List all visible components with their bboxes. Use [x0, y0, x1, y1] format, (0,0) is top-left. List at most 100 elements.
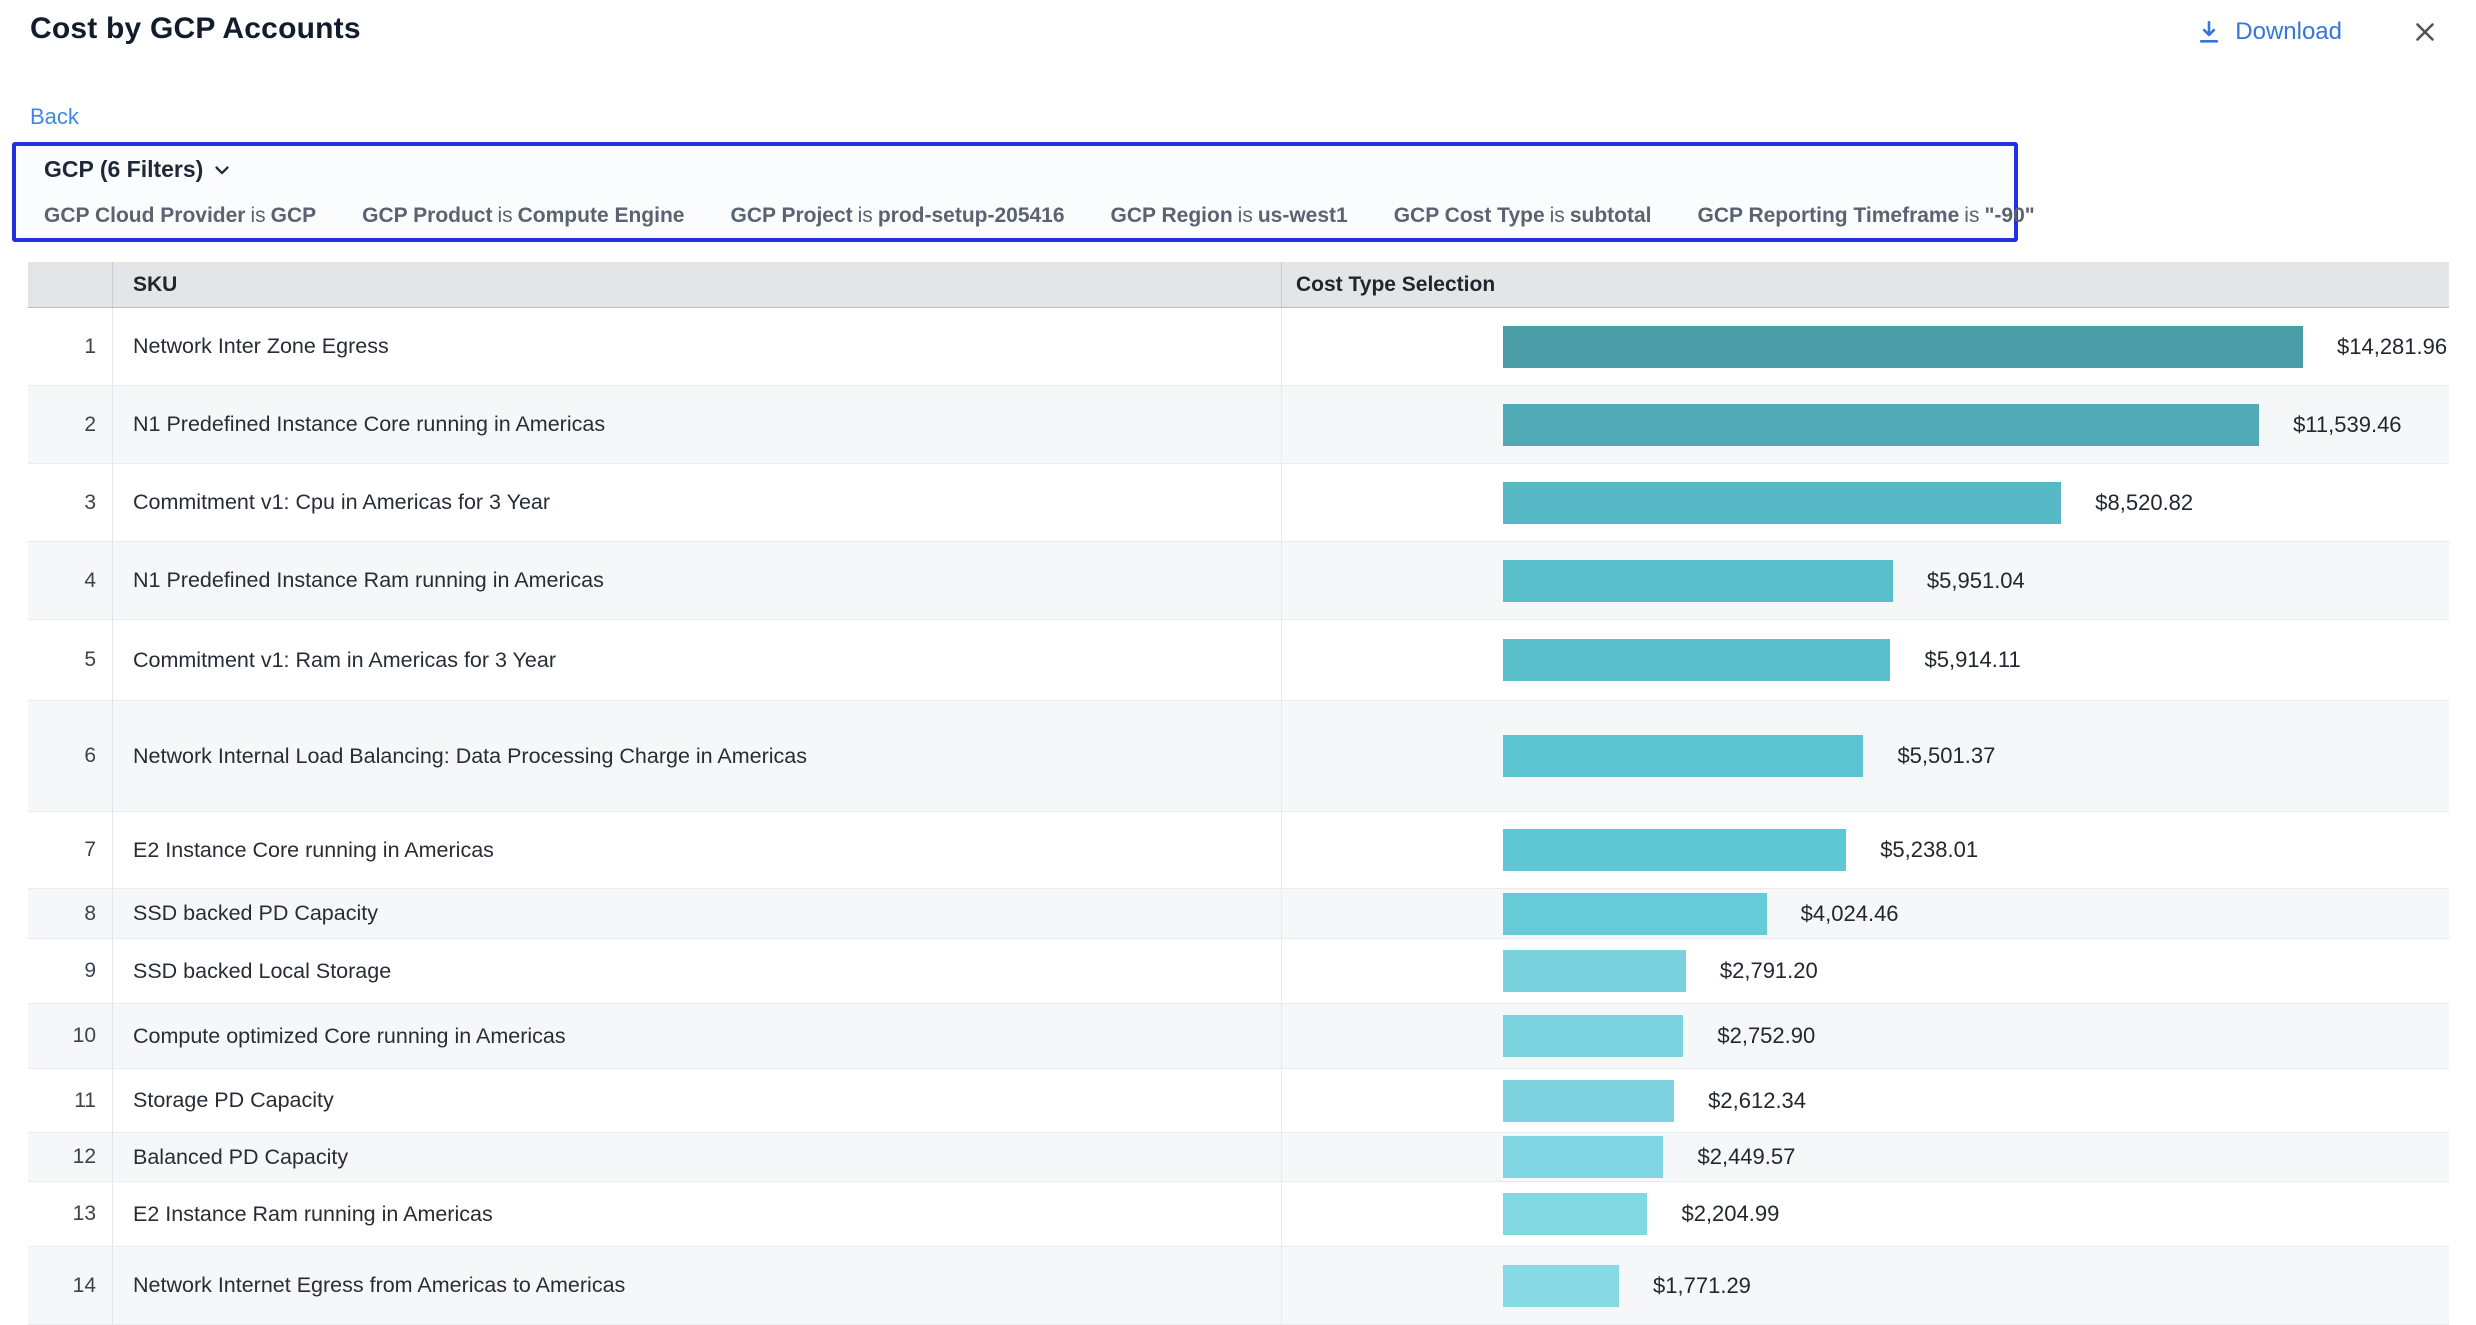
table-row: 13 E2 Instance Ram running in Americas $…: [28, 1182, 2449, 1247]
filter-field: GCP Cloud Provider: [44, 204, 245, 227]
sku-label: SSD backed PD Capacity: [112, 889, 1281, 938]
row-number: 3: [28, 491, 112, 515]
table-row: 5 Commitment v1: Ram in Americas for 3 Y…: [28, 620, 2449, 701]
filter-value: "-90": [1984, 204, 2034, 227]
filter-chip: GCP Projectisprod-setup-205416: [730, 204, 1064, 228]
sku-label: Compute optimized Core running in Americ…: [112, 1004, 1281, 1068]
filter-panel: GCP (6 Filters) GCP Cloud ProviderisGCP …: [12, 142, 2018, 242]
cost-cell: $14,281.96: [1281, 308, 2449, 385]
cost-bar: [1503, 560, 1893, 602]
row-number: 13: [28, 1202, 112, 1226]
table-row: 4 N1 Predefined Instance Ram running in …: [28, 542, 2449, 620]
cost-cell: $8,520.82: [1281, 464, 2449, 541]
cost-bar: [1503, 1015, 1683, 1057]
cost-cell: $11,539.46: [1281, 386, 2449, 463]
header-actions: Download: [2196, 12, 2442, 49]
cost-table: SKU Cost Type Selection 1 Network Inter …: [28, 262, 2449, 1325]
table-row: 7 E2 Instance Core running in Americas $…: [28, 812, 2449, 889]
cost-cell: $2,612.34: [1281, 1069, 2449, 1132]
filter-chip: GCP Cloud ProviderisGCP: [44, 204, 316, 228]
cost-value: $2,791.20: [1720, 958, 1818, 984]
download-label: Download: [2235, 18, 2342, 46]
row-number: 10: [28, 1024, 112, 1048]
table-row: 9 SSD backed Local Storage $2,791.20: [28, 939, 2449, 1004]
table-row: 1 Network Inter Zone Egress $14,281.96: [28, 308, 2449, 386]
filter-list: GCP Cloud ProviderisGCP GCP ProductisCom…: [44, 204, 1986, 228]
row-number-column-header: [28, 262, 112, 307]
cost-value: $2,612.34: [1708, 1088, 1806, 1114]
table-row: 11 Storage PD Capacity $2,612.34: [28, 1069, 2449, 1133]
filter-chip: GCP Regionisus-west1: [1111, 204, 1348, 228]
cost-cell: $2,204.99: [1281, 1182, 2449, 1246]
filter-value: GCP: [271, 204, 317, 227]
download-button[interactable]: Download: [2196, 18, 2342, 46]
sku-label: Network Internet Egress from Americas to…: [112, 1247, 1281, 1324]
filter-group-label: GCP (6 Filters): [44, 156, 203, 183]
sku-label: Commitment v1: Ram in Americas for 3 Yea…: [112, 620, 1281, 700]
table-row: 3 Commitment v1: Cpu in Americas for 3 Y…: [28, 464, 2449, 542]
row-number: 8: [28, 902, 112, 926]
cost-value: $2,204.99: [1681, 1201, 1779, 1227]
sku-label: SSD backed Local Storage: [112, 939, 1281, 1003]
filter-operator: is: [245, 204, 270, 227]
row-number: 14: [28, 1274, 112, 1298]
header-bar: Cost by GCP Accounts Download: [0, 0, 2476, 49]
table-header: SKU Cost Type Selection: [28, 262, 2449, 308]
sku-label: Balanced PD Capacity: [112, 1133, 1281, 1181]
sku-label: N1 Predefined Instance Core running in A…: [112, 386, 1281, 463]
filter-field: GCP Project: [730, 204, 852, 227]
cost-bar: [1503, 735, 1863, 777]
table-row: 14 Network Internet Egress from Americas…: [28, 1247, 2449, 1325]
filter-field: GCP Cost Type: [1394, 204, 1545, 227]
filter-operator: is: [1545, 204, 1570, 227]
cost-value: $2,752.90: [1717, 1023, 1815, 1049]
filter-value: Compute Engine: [518, 204, 685, 227]
cost-value: $4,024.46: [1801, 901, 1899, 927]
filter-chip: GCP Cost Typeissubtotal: [1394, 204, 1652, 228]
close-button[interactable]: [2408, 15, 2442, 49]
cost-bar: [1503, 950, 1686, 992]
table-row: 6 Network Internal Load Balancing: Data …: [28, 701, 2449, 812]
filter-chip: GCP Reporting Timeframeis"-90": [1697, 204, 2034, 228]
download-icon: [2196, 19, 2222, 45]
cost-bar: [1503, 482, 2061, 524]
table-row: 8 SSD backed PD Capacity $4,024.46: [28, 889, 2449, 939]
cost-bar: [1503, 639, 1890, 681]
cost-value: $5,501.37: [1897, 743, 1995, 769]
row-number: 1: [28, 335, 112, 359]
cost-value: $2,449.57: [1697, 1144, 1795, 1170]
sku-label: N1 Predefined Instance Ram running in Am…: [112, 542, 1281, 619]
filter-field: GCP Region: [1111, 204, 1233, 227]
row-number: 7: [28, 838, 112, 862]
filter-value: subtotal: [1570, 204, 1652, 227]
cost-cell: $1,771.29: [1281, 1247, 2449, 1324]
cost-cell: $5,951.04: [1281, 542, 2449, 619]
filter-field: GCP Reporting Timeframe: [1697, 204, 1959, 227]
cost-value: $14,281.96: [2337, 334, 2447, 360]
table-row: 10 Compute optimized Core running in Ame…: [28, 1004, 2449, 1069]
close-icon: [2410, 34, 2440, 51]
cost-bar: [1503, 893, 1767, 935]
sku-label: Commitment v1: Cpu in Americas for 3 Yea…: [112, 464, 1281, 541]
cost-bar: [1503, 1193, 1647, 1235]
table-body: 1 Network Inter Zone Egress $14,281.96 2…: [28, 308, 2449, 1325]
filter-operator: is: [1233, 204, 1258, 227]
sku-label: E2 Instance Core running in Americas: [112, 812, 1281, 888]
table-row: 2 N1 Predefined Instance Core running in…: [28, 386, 2449, 464]
cost-cell: $4,024.46: [1281, 889, 2449, 938]
cost-cell: $2,791.20: [1281, 939, 2449, 1003]
filter-value: us-west1: [1258, 204, 1348, 227]
cost-bar: [1503, 326, 2303, 368]
cost-bar: [1503, 1136, 1663, 1178]
cost-cell: $5,501.37: [1281, 701, 2449, 811]
row-number: 9: [28, 959, 112, 983]
table-row: 12 Balanced PD Capacity $2,449.57: [28, 1133, 2449, 1182]
cost-bar: [1503, 1080, 1674, 1122]
cost-bar: [1503, 404, 2259, 446]
row-number: 6: [28, 744, 112, 768]
cost-value: $5,951.04: [1927, 568, 2025, 594]
cost-cell: $5,238.01: [1281, 812, 2449, 888]
filter-group-dropdown[interactable]: GCP (6 Filters): [44, 156, 233, 183]
back-link[interactable]: Back: [30, 104, 79, 130]
filter-chip: GCP ProductisCompute Engine: [362, 204, 684, 228]
